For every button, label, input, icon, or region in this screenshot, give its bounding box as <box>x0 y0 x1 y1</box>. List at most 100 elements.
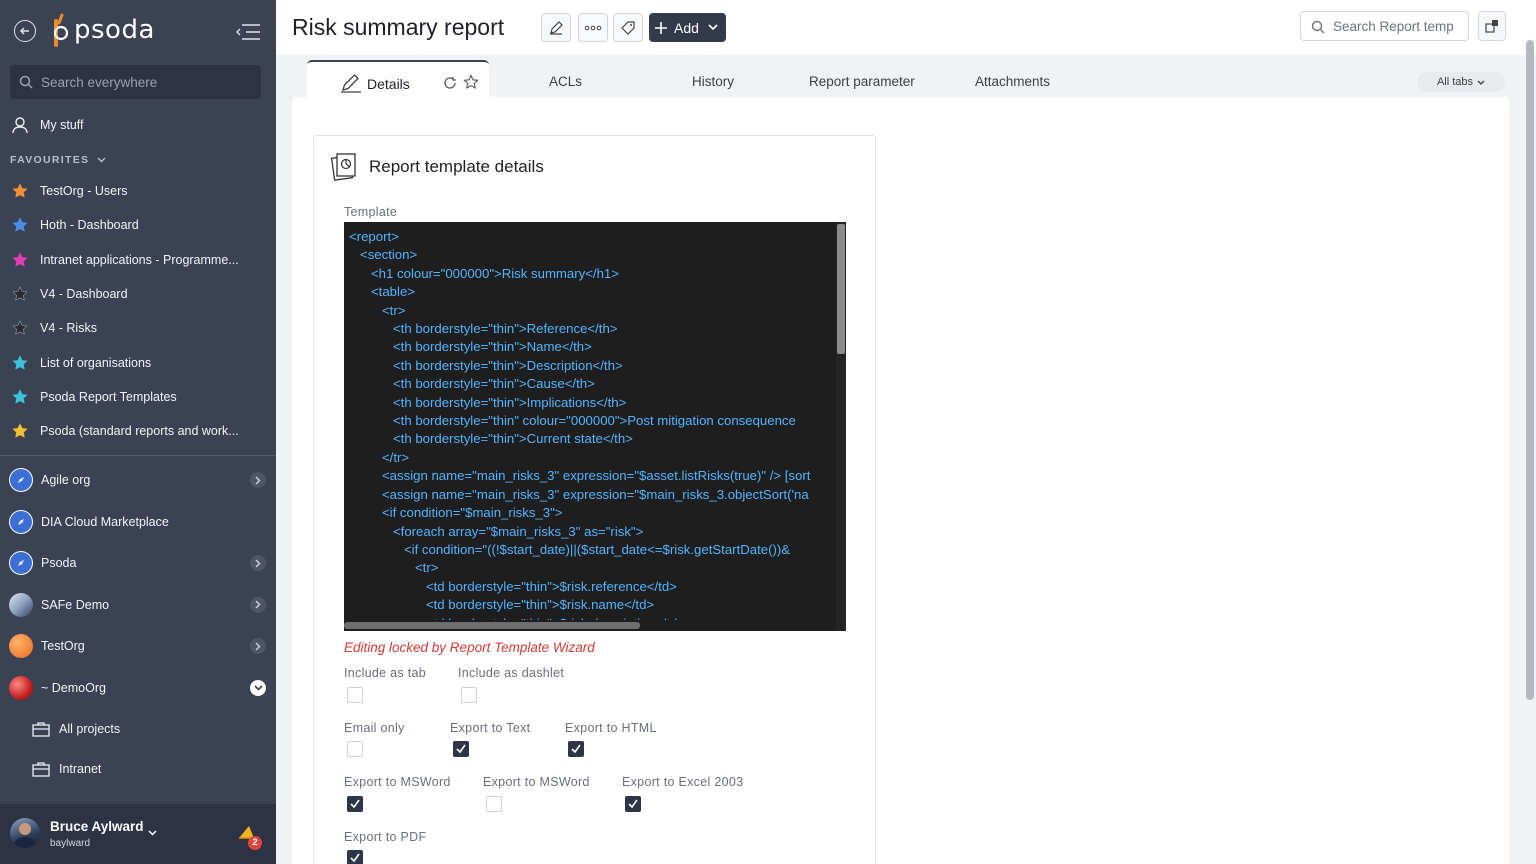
org-item-label: ~ DemoOrg <box>41 681 106 695</box>
logo-mark-icon <box>53 13 69 47</box>
code-horizontal-scrollbar-thumb[interactable] <box>344 622 640 629</box>
org-item-label: SAFe Demo <box>41 597 110 612</box>
template-code-editor[interactable]: <report> <section> <h1 colour="000000">R… <box>344 222 846 631</box>
logo-text: psoda <box>74 15 155 45</box>
favourite-item-label: TestOrg - Users <box>40 184 128 198</box>
ellipsis-icon <box>584 25 602 30</box>
report-template-search-placeholder: Search Report temp <box>1333 19 1454 34</box>
tab-attachments[interactable]: Attachments <box>975 74 1050 89</box>
email-only-checkbox[interactable] <box>347 741 363 757</box>
arrow-left-icon <box>19 27 29 35</box>
export-to-html-checkbox[interactable] <box>568 741 584 757</box>
favourite-item[interactable]: V4 - Risks <box>0 313 276 343</box>
open-in-new-window-button[interactable] <box>1478 11 1506 41</box>
star-icon[interactable] <box>463 74 479 90</box>
report-template-details-card: Report template details Template <report… <box>313 135 876 864</box>
option-label: Export to HTML <box>565 721 657 735</box>
more-options-button[interactable] <box>578 13 608 42</box>
org-item-label: DIA Cloud Marketplace <box>41 514 169 529</box>
org-item[interactable]: Agile org <box>0 462 276 498</box>
include-as-dashlet-checkbox[interactable] <box>461 687 477 703</box>
code-vertical-scrollbar-thumb[interactable] <box>837 224 845 354</box>
favourite-item[interactable]: V4 - Dashboard <box>0 279 276 309</box>
sidebar-header: psoda <box>0 0 276 62</box>
option-label: Export to MSWord <box>344 775 451 789</box>
sidebar: psoda Search everywhere My stuff FAVOURI… <box>0 0 276 864</box>
user-name[interactable]: Bruce Aylward <box>50 819 144 834</box>
favourite-item-label: Hoth - Dashboard <box>40 218 139 233</box>
project-item-label: All projects <box>59 722 121 736</box>
tab-details[interactable]: Details <box>307 60 489 102</box>
favourite-item[interactable]: List of organisations <box>0 348 276 378</box>
favourite-item-label: List of organisations <box>40 355 152 370</box>
chevron-right-icon[interactable] <box>250 596 266 613</box>
all-tabs-dropdown[interactable]: All tabs <box>1417 72 1505 92</box>
project-item[interactable]: Intranet <box>0 754 276 784</box>
menu-collapse-icon <box>236 24 260 40</box>
editing-locked-note: Editing locked by Report Template Wizard <box>344 640 595 655</box>
favourite-item[interactable]: TestOrg - Users <box>0 176 276 206</box>
option-label: Email only <box>344 721 405 735</box>
chevron-down-icon[interactable] <box>148 823 157 841</box>
export-to-pdf-checkbox[interactable] <box>347 850 363 864</box>
code-vertical-scrollbar[interactable] <box>836 222 846 631</box>
export-to-msword-checkbox[interactable] <box>347 796 363 812</box>
favourite-item[interactable]: Psoda Report Templates <box>0 382 276 412</box>
star-icon <box>10 284 30 304</box>
star-icon <box>10 318 30 338</box>
user-menu[interactable]: Bruce Aylward baylward 2 <box>0 804 276 864</box>
option-label: Export to Text <box>450 721 531 735</box>
tab-history[interactable]: History <box>692 74 734 89</box>
page-scrollbar[interactable] <box>1526 40 1534 700</box>
edit-button[interactable] <box>541 13 571 42</box>
chevron-down-icon[interactable] <box>250 680 266 696</box>
template-label: Template <box>344 205 398 219</box>
pencil-icon <box>550 20 563 35</box>
org-item[interactable]: DIA Cloud Marketplace <box>0 504 276 540</box>
report-template-search-input[interactable]: Search Report temp <box>1300 11 1469 41</box>
briefcase-icon <box>32 721 50 737</box>
refresh-icon[interactable] <box>443 76 457 90</box>
psoda-logo[interactable]: psoda <box>50 12 155 48</box>
favourite-item-label: Psoda Report Templates <box>40 389 177 404</box>
export-to-text-checkbox[interactable] <box>453 741 469 757</box>
org-item[interactable]: ~ DemoOrg <box>0 670 276 706</box>
star-icon <box>10 353 30 373</box>
star-icon <box>10 181 30 201</box>
org-item[interactable]: TestOrg <box>0 628 276 664</box>
favourite-item-label: Psoda (standard reports and work... <box>40 424 239 439</box>
tag-button[interactable] <box>613 13 643 42</box>
checkmark-icon <box>456 744 466 754</box>
add-button[interactable]: Add <box>649 13 726 42</box>
search-icon <box>19 75 33 89</box>
favourite-item[interactable]: Intranet applications - Programme... <box>0 245 276 275</box>
back-button[interactable] <box>14 20 36 42</box>
org-item-label: Agile org <box>41 473 91 487</box>
my-stuff-link[interactable]: My stuff <box>0 110 276 140</box>
include-as-tab-checkbox[interactable] <box>347 687 363 703</box>
global-search-input[interactable]: Search everywhere <box>10 65 261 99</box>
org-item[interactable]: SAFe Demo <box>0 587 276 623</box>
pencil-icon <box>341 74 361 93</box>
export-to-msword-alt-checkbox[interactable] <box>486 796 502 812</box>
option-label: Export to PDF <box>344 830 427 844</box>
project-item[interactable]: All projects <box>0 714 276 744</box>
collapse-sidebar-button[interactable] <box>236 22 262 47</box>
page-header: Risk summary report Add Search Report te… <box>276 0 1536 55</box>
chevron-right-icon[interactable] <box>250 472 266 488</box>
favourites-heading[interactable]: FAVOURITES <box>10 154 106 166</box>
favourite-item[interactable]: Psoda (standard reports and work... <box>0 416 276 446</box>
favourite-item[interactable]: Hoth - Dashboard <box>0 210 276 240</box>
org-item[interactable]: Psoda <box>0 545 276 581</box>
chevron-right-icon[interactable] <box>250 555 266 572</box>
plus-icon <box>655 21 667 34</box>
favourite-item-label: Intranet applications - Programme... <box>40 252 239 267</box>
avatar[interactable] <box>10 818 40 848</box>
export-to-excel-2003-checkbox[interactable] <box>625 796 641 812</box>
tab-report-parameter[interactable]: Report parameter <box>809 74 915 89</box>
project-item-label: Intranet <box>59 762 102 776</box>
chevron-down-icon <box>97 157 106 163</box>
search-icon <box>1311 20 1325 34</box>
tab-acls[interactable]: ACLs <box>549 74 582 89</box>
chevron-right-icon[interactable] <box>250 638 266 655</box>
